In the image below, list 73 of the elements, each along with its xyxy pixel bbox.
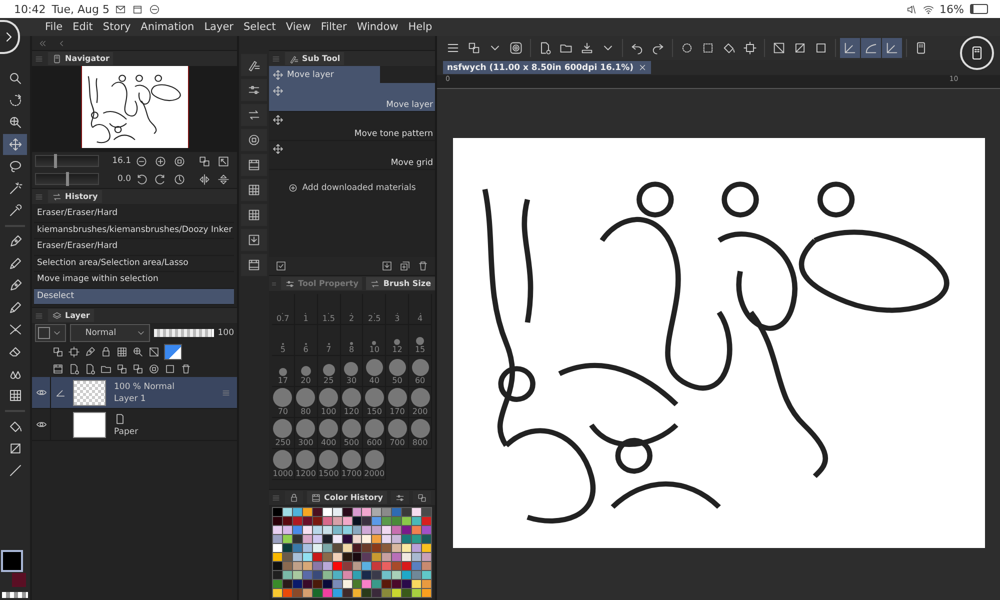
history-item[interactable]: Eraser/Eraser/Hard	[34, 206, 234, 222]
history-item[interactable]: Selection area/Selection area/Lasso	[34, 256, 234, 272]
clock-time: 10:42	[14, 2, 46, 16]
layer-name[interactable]: Layer 1	[114, 394, 221, 404]
blend-mode-dropdown[interactable]: Normal	[70, 324, 150, 342]
sub-tool-item[interactable]: Move layer	[269, 83, 435, 112]
brush-size-value[interactable]: 25	[324, 376, 334, 386]
panel-tab[interactable]: Tool Property	[281, 277, 362, 290]
brush-size-value[interactable]: 300	[298, 438, 314, 448]
brush-size-value[interactable]: 2000	[364, 469, 385, 479]
brush-size-value[interactable]: 1700	[341, 469, 362, 479]
brush-size-value[interactable]: 4	[418, 314, 423, 324]
brush-size-value[interactable]: 600	[366, 438, 382, 448]
brush-size-value[interactable]: 15	[414, 345, 426, 355]
history-item[interactable]: Deselect	[34, 288, 234, 305]
layer-name[interactable]: Paper	[114, 426, 237, 436]
menu-item[interactable]: Help	[403, 21, 438, 33]
brush-size-value[interactable]: 0.7	[276, 314, 290, 324]
sub-tool-group-tab[interactable]: Move layer	[269, 66, 380, 83]
slider-value: 16.1	[111, 156, 131, 166]
brush-size-value[interactable]: 400	[320, 438, 336, 448]
brush-size-value[interactable]: 3	[394, 314, 400, 324]
brush-size-value[interactable]: 7	[326, 345, 332, 355]
opacity-value: 100	[218, 328, 234, 338]
brush-size-value[interactable]: 150	[366, 407, 382, 417]
brush-size-value[interactable]: 2	[348, 314, 354, 324]
history-item[interactable]: Eraser/Eraser/Hard	[34, 239, 234, 256]
sub-tool-item[interactable]: Move tone pattern	[269, 112, 435, 141]
brush-size-value[interactable]: 200	[412, 407, 428, 417]
menu-item[interactable]: File	[40, 21, 68, 33]
sub-tool-item[interactable]: Move grid	[269, 141, 435, 170]
brush-size-value[interactable]: 700	[390, 438, 405, 448]
brush-size-value[interactable]: 500	[344, 438, 360, 448]
date-text: Tue, Aug 5	[52, 2, 110, 16]
brush-size-value[interactable]: 800	[412, 438, 428, 448]
brush-size-value[interactable]: 5	[280, 345, 286, 355]
brush-size-value[interactable]: 1200	[296, 469, 316, 479]
panel-tab[interactable]: Brush Size	[366, 277, 435, 290]
brush-size-value[interactable]: 1	[303, 314, 308, 324]
brush-size-value[interactable]: 17	[278, 376, 288, 386]
brush-size-value[interactable]: 8	[348, 345, 354, 355]
menu-item[interactable]: Filter	[316, 21, 352, 33]
layer-info: 100 % Normal	[114, 382, 176, 392]
menu-item[interactable]: Edit	[68, 21, 98, 33]
menu-item[interactable]: Animation	[136, 21, 200, 33]
brush-size-value[interactable]: 1000	[272, 469, 294, 479]
brush-size-value[interactable]: 12	[392, 345, 402, 355]
menu-item[interactable]: Select	[238, 21, 281, 33]
brush-size-value[interactable]: 1.5	[322, 314, 335, 324]
brush-size-value[interactable]: 2.5	[368, 314, 381, 324]
brush-size-value[interactable]: 60	[414, 376, 426, 386]
battery-percent: 16%	[940, 2, 964, 16]
brush-size-value[interactable]: 170	[390, 407, 405, 417]
brush-size-value[interactable]: 100	[320, 407, 336, 417]
brush-size-value[interactable]: 80	[300, 407, 311, 417]
brush-size-value[interactable]: 50	[392, 376, 402, 386]
history-item[interactable]: kiemansbrushes/kiemansbrushes/Doozy Inker	[34, 222, 234, 239]
brush-size-value[interactable]: 20	[300, 376, 311, 386]
brush-size-value[interactable]: 6	[303, 345, 308, 355]
brush-size-value[interactable]: 10	[369, 345, 380, 355]
brush-size-value[interactable]: 1500	[318, 469, 339, 479]
menu-item[interactable]: View	[280, 21, 316, 33]
brush-size-value[interactable]: 30	[346, 376, 357, 386]
menu-item[interactable]: Layer	[199, 21, 238, 33]
brush-size-value[interactable]: 70	[278, 407, 288, 417]
menu-item[interactable]: Story	[98, 21, 136, 33]
menu-item[interactable]: Window	[352, 21, 404, 33]
slider-value: 0.0	[116, 174, 131, 184]
document-tab[interactable]: nsfwych (11.00 x 8.50in 600dpi 16.1%)	[443, 61, 652, 74]
brush-size-value[interactable]: 120	[344, 407, 360, 417]
brush-size-value[interactable]: 40	[369, 376, 380, 386]
brush-size-value[interactable]: 250	[275, 438, 291, 448]
add-materials-button[interactable]: Add downloaded materials	[288, 183, 416, 193]
